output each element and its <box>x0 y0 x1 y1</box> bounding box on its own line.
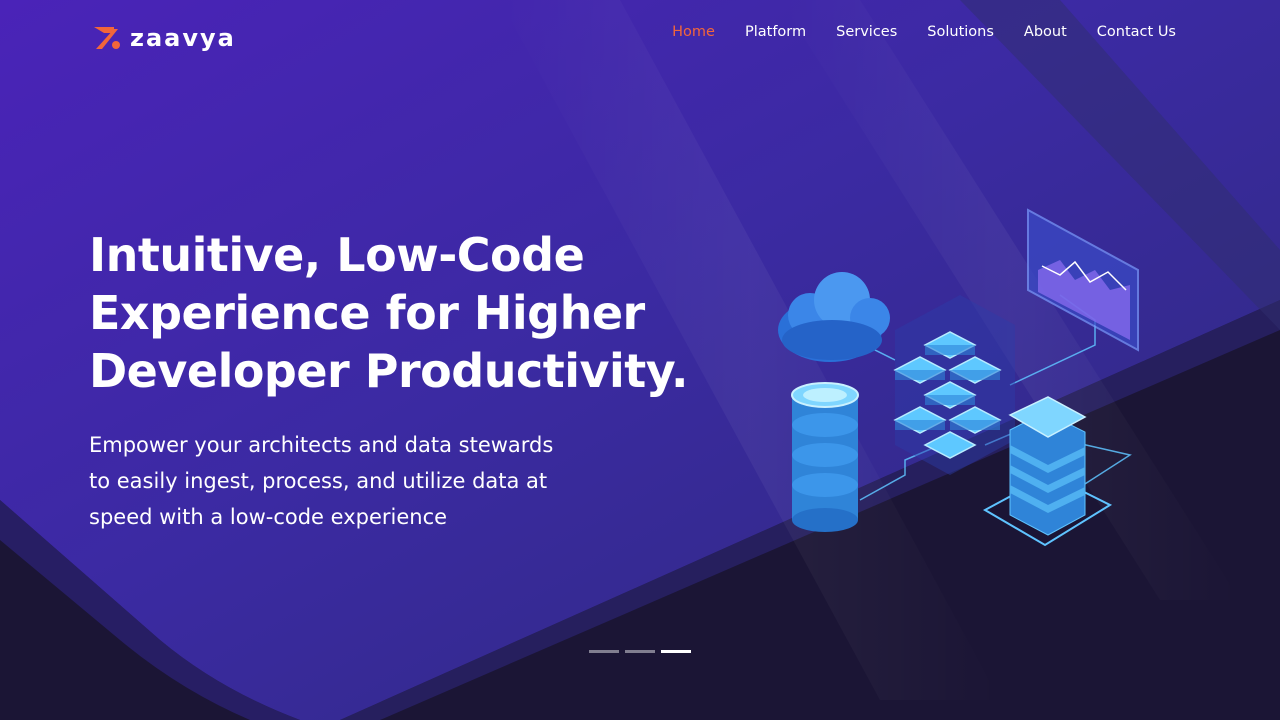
carousel-indicator-2[interactable] <box>625 650 655 653</box>
navbar: zaavya Home Platform Services Solutions … <box>0 0 1280 70</box>
database-icon <box>791 382 859 532</box>
nav-item-solutions[interactable]: Solutions <box>927 24 994 40</box>
hero-subtext: Empower your architects and data steward… <box>89 427 569 535</box>
main-nav: Home Platform Services Solutions About C… <box>672 24 1176 40</box>
zaavya-logo-icon <box>94 27 120 49</box>
data-infrastructure-illustration <box>778 208 1139 547</box>
subtext-line-2: to easily ingest, process, and utilize d… <box>89 469 548 493</box>
headline-line-3: Developer Productivity. <box>89 344 688 398</box>
brand-name: zaavya <box>130 24 236 52</box>
carousel-indicators <box>589 650 691 653</box>
cloud-icon <box>778 272 890 362</box>
subtext-line-1: Empower your architects and data steward… <box>89 433 554 457</box>
carousel-indicator-3[interactable] <box>661 650 691 653</box>
nav-item-about[interactable]: About <box>1024 24 1067 40</box>
hero-headline: Intuitive, Low-Code Experience for Highe… <box>89 226 689 400</box>
headline-line-2: Experience for Higher <box>89 286 645 340</box>
subtext-line-3: speed with a low-code experience <box>89 505 448 529</box>
carousel-indicator-1[interactable] <box>589 650 619 653</box>
nav-item-contact-us[interactable]: Contact Us <box>1097 24 1176 40</box>
nav-item-home[interactable]: Home <box>672 24 715 40</box>
nav-item-services[interactable]: Services <box>836 24 897 40</box>
nav-item-platform[interactable]: Platform <box>745 24 806 40</box>
hero-section: zaavya Home Platform Services Solutions … <box>0 0 1280 720</box>
dashboard-monitor-icon <box>1027 208 1139 352</box>
brand-logo[interactable]: zaavya <box>92 24 236 52</box>
headline-line-1: Intuitive, Low-Code <box>89 228 585 282</box>
